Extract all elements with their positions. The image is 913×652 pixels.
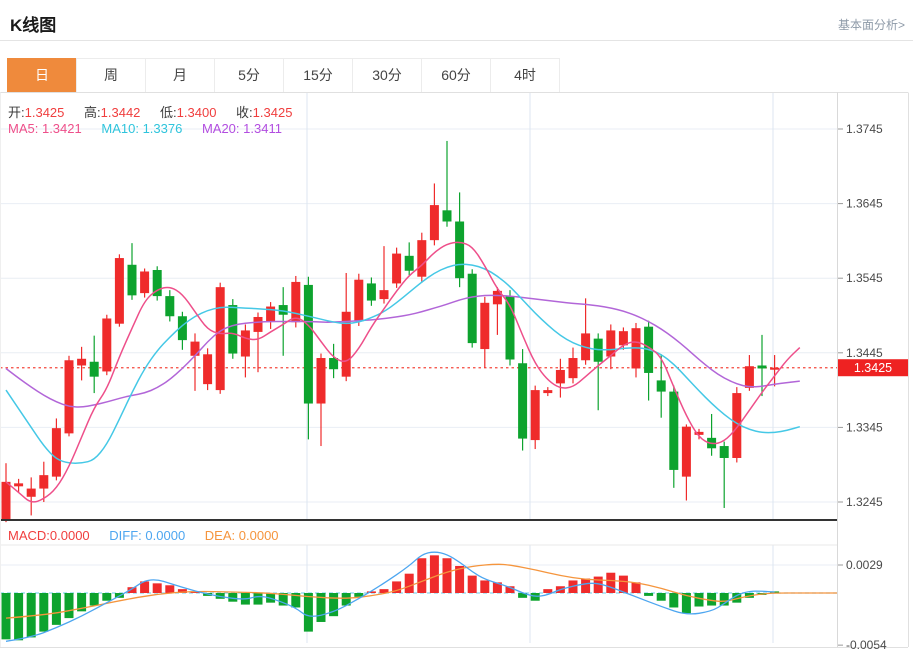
ma5-field: MA5: 1.3421 [8, 121, 82, 136]
svg-text:0.0029: 0.0029 [846, 558, 883, 572]
open-field: 开:1.3425 [8, 105, 65, 120]
tab-4时[interactable]: 4时 [490, 58, 560, 93]
tab-日[interactable]: 日 [7, 58, 77, 93]
last-price-badge: 1.3425 [838, 359, 908, 377]
macd-legend: MACD:0.0000 DIFF: 0.0000 DEA: 0.0000 [8, 528, 295, 543]
svg-text:1.3425: 1.3425 [854, 361, 892, 375]
macd-field: MACD:0.0000 [8, 528, 90, 543]
ma-legend: MA5: 1.3421 MA10: 1.3376 MA20: 1.3411 [8, 121, 298, 136]
high-field: 高:1.3442 [84, 105, 141, 120]
ma10-field: MA10: 1.3376 [101, 121, 183, 136]
title-divider [0, 40, 913, 41]
ma10-line [5, 263, 801, 464]
fundamental-analysis-link[interactable]: 基本面分析> [838, 16, 905, 33]
chart-borders [0, 92, 909, 648]
tab-15分[interactable]: 15分 [283, 58, 353, 93]
candles-layer [1, 140, 780, 523]
tab-周[interactable]: 周 [76, 58, 146, 93]
svg-text:1.3545: 1.3545 [846, 271, 883, 285]
dea-field: DEA: 0.0000 [204, 528, 279, 543]
price-axis: 1.3745 1.3645 1.3545 1.3445 1.3345 1.3245 0.00… [838, 122, 887, 652]
svg-text:1.3445: 1.3445 [846, 346, 883, 360]
svg-text:1.3745: 1.3745 [846, 122, 883, 136]
macd-histogram [1, 555, 780, 641]
low-field: 低:1.3400 [160, 105, 217, 120]
svg-text:-0.0054: -0.0054 [846, 638, 887, 652]
tab-5分[interactable]: 5分 [214, 58, 284, 93]
diff-field: DIFF: 0.0000 [109, 528, 186, 543]
interval-tabs: 日周月 5分 15分 30分 60分 4时 [7, 58, 560, 93]
svg-text:1.3245: 1.3245 [846, 495, 883, 509]
ohlc-legend: 开:1.3425 高:1.3442 低:1.3400 收:1.3425 [8, 102, 308, 121]
tab-60分[interactable]: 60分 [421, 58, 491, 93]
svg-text:1.3645: 1.3645 [846, 197, 883, 211]
tab-30分[interactable]: 30分 [352, 58, 422, 93]
ma20-field: MA20: 1.3411 [201, 121, 282, 136]
kline-page: K线图 基本面分析> 日周月 5分 15分 30分 60分 4时 开:1.3425 高:1… [0, 0, 913, 652]
close-field: 收:1.3425 [236, 105, 293, 120]
kline-chart[interactable]: 1.3745 1.3645 1.3545 1.3445 1.3345 1.3245 0.00… [0, 91, 913, 652]
ma20-line [5, 294, 800, 408]
tab-月[interactable]: 月 [145, 58, 215, 93]
page-title: K线图 [10, 16, 57, 35]
svg-text:1.3345: 1.3345 [846, 420, 883, 434]
